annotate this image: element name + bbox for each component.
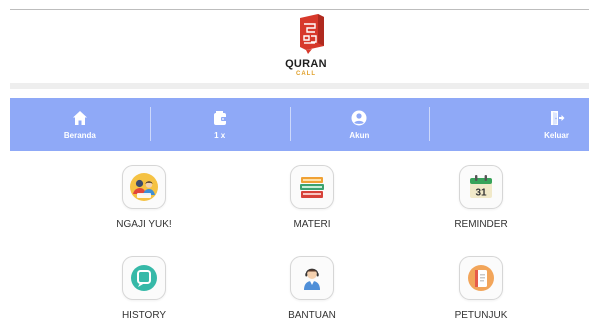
- menu-history-label: HISTORY: [121, 310, 167, 321]
- menu-reminder[interactable]: 31 REMINDER: [426, 165, 536, 230]
- menu-reminder-icon-box: 31: [459, 165, 503, 209]
- menu-petunjuk-label: PETUNJUK: [454, 310, 508, 321]
- home-icon: [72, 110, 87, 125]
- nav-akun[interactable]: Akun: [289, 98, 430, 151]
- menu-history-icon-box: [122, 256, 166, 300]
- nav-keluar-label: Keluar: [544, 130, 569, 140]
- support-agent-icon: [304, 268, 320, 290]
- nav-wallet-label: 1 x: [214, 130, 226, 140]
- calendar-icon: 31: [470, 175, 492, 199]
- menu-bantuan-label: BANTUAN: [288, 310, 336, 321]
- menu-materi[interactable]: MATERI: [257, 165, 367, 230]
- menu-bantuan[interactable]: BANTUAN: [257, 256, 367, 321]
- menu-ngaji-yuk-label: NGAJI YUK!: [116, 219, 172, 230]
- study-group-icon: [130, 173, 158, 201]
- menu-history[interactable]: HISTORY: [89, 256, 199, 321]
- menu-ngaji-yuk-icon-box: [122, 165, 166, 209]
- nav-wallet[interactable]: 1 x: [149, 98, 290, 151]
- svg-text:31: 31: [475, 188, 487, 199]
- chat-history-icon: [131, 265, 157, 291]
- menu-bantuan-icon-box: [290, 256, 334, 300]
- nav-beranda[interactable]: Beranda: [10, 98, 150, 151]
- logo-title: QURAN: [285, 58, 327, 70]
- wallet-icon: [213, 110, 227, 125]
- nav-beranda-label: Beranda: [63, 130, 96, 140]
- menu-ngaji-yuk[interactable]: NGAJI YUK!: [89, 165, 199, 230]
- menu-reminder-label: REMINDER: [454, 219, 508, 230]
- logo-subtitle: CALL: [296, 71, 316, 77]
- top-divider: [10, 9, 589, 10]
- nav-akun-label: Akun: [349, 130, 370, 140]
- top-navbar: Beranda 1 x Akun Keluar: [10, 98, 589, 151]
- header-separator: [10, 83, 589, 89]
- app-logo: QURAN CALL: [266, 14, 346, 86]
- menu-materi-label: MATERI: [293, 219, 331, 230]
- account-icon: [351, 110, 367, 125]
- menu-materi-icon-box: [290, 165, 334, 209]
- logout-icon: [551, 110, 565, 125]
- books-icon: [300, 177, 324, 198]
- guide-book-icon: [468, 265, 494, 291]
- menu-petunjuk[interactable]: PETUNJUK: [426, 256, 536, 321]
- quran-call-logo-icon: [300, 14, 324, 54]
- menu-petunjuk-icon-box: [459, 256, 503, 300]
- nav-keluar[interactable]: Keluar: [429, 98, 589, 151]
